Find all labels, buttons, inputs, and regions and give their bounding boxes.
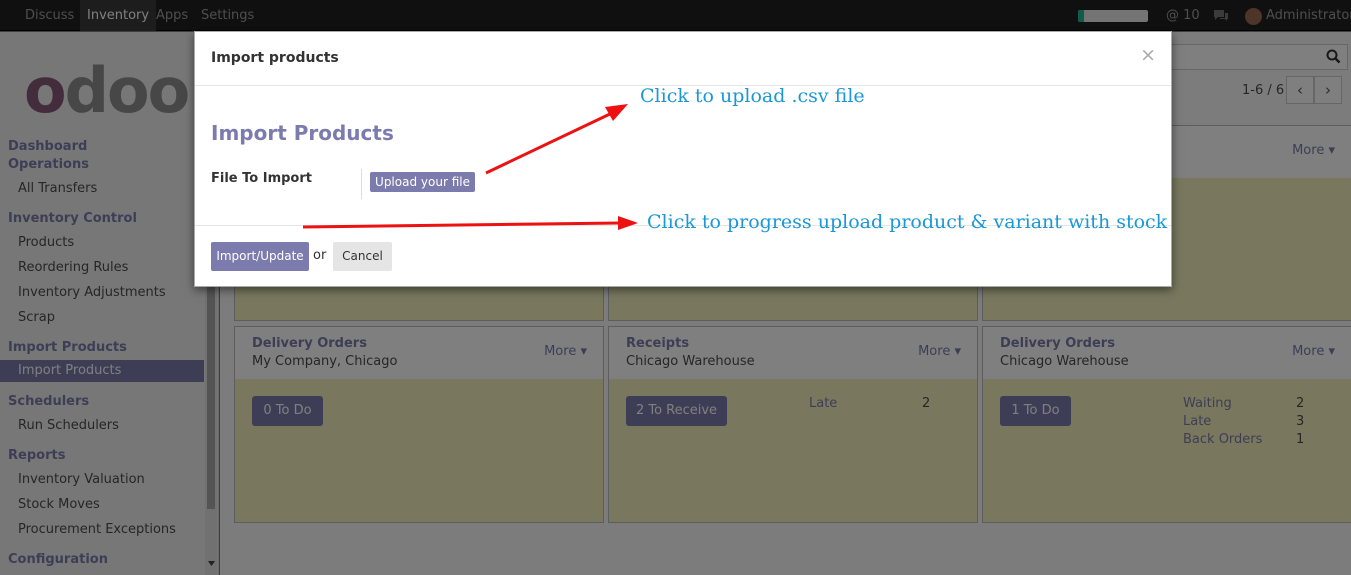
import-note: Click to progress upload product & varia…	[647, 211, 1168, 233]
file-to-import-label: File To Import	[211, 171, 312, 186]
dialog-title: Import products	[211, 50, 339, 66]
divider	[361, 169, 362, 199]
import-update-button[interactable]: Import/Update	[211, 242, 309, 271]
upload-file-button[interactable]: Upload your file	[370, 172, 475, 192]
form-title: Import Products	[211, 121, 394, 145]
or-text: or	[313, 248, 327, 263]
close-icon[interactable]: ×	[1140, 44, 1156, 66]
import-products-dialog: Import products × Import Products File T…	[194, 31, 1172, 287]
upload-note: Click to upload .csv file	[640, 85, 865, 107]
cancel-button[interactable]: Cancel	[333, 242, 392, 271]
